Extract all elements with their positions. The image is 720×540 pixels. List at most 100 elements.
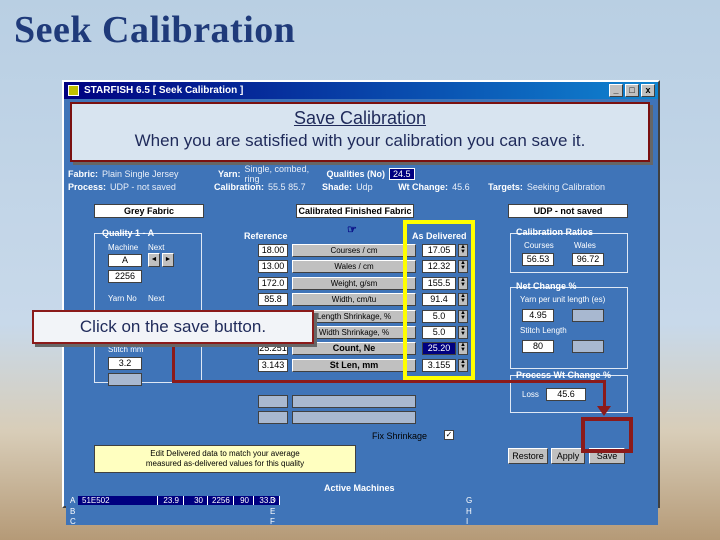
fix-shrinkage-checkbox[interactable]: ✓ <box>444 430 454 440</box>
row-label-0: Courses / cm <box>292 244 416 257</box>
machine-next-label: Next <box>148 243 165 252</box>
machine-field[interactable]: A <box>108 254 142 267</box>
yarn-next-label: Next <box>148 294 165 303</box>
arrow-line-vertical <box>172 343 175 383</box>
machine-next-button[interactable]: ► <box>162 253 174 267</box>
info-panel: Fabric: Plain Single Jersey Yarn: Single… <box>68 163 656 193</box>
targets-value: Seeking Calibration <box>526 181 605 192</box>
process-loss-label: Loss <box>522 390 539 399</box>
machine-label: Machine <box>108 243 139 252</box>
shade-value: Udp <box>356 181 373 192</box>
as-delivered-highlight <box>403 220 475 380</box>
qualities-label: Qualities (No) <box>326 168 386 179</box>
ratios-courses-label: Courses <box>524 241 554 250</box>
machine-row-a-letter: A <box>70 496 76 505</box>
hint-line-2: measured as-delivered values for this qu… <box>145 459 305 468</box>
row-label-7: St Len, mm <box>292 358 416 372</box>
reference-field-2[interactable]: 172.0 <box>258 276 288 290</box>
machine-row-a-v3: 2256 <box>208 496 234 505</box>
ratios-wales-label: Wales <box>574 241 596 250</box>
calibration-label: Calibration: <box>214 181 265 192</box>
yarn-label: Yarn: <box>218 168 241 179</box>
save-calibration-callout: Save Calibration When you are satisfied … <box>70 102 650 162</box>
machine-letter-d[interactable]: D <box>270 496 276 505</box>
calibrated-fabric-header: Calibrated Finished Fabric <box>296 204 414 218</box>
arrow-head-icon <box>597 406 611 416</box>
reference-field-3[interactable]: 85.8 <box>258 293 288 307</box>
ratios-courses-field[interactable]: 56.53 <box>522 253 554 266</box>
machine-letter-f[interactable]: F <box>270 517 275 526</box>
reference-field-1[interactable]: 13.00 <box>258 260 288 274</box>
extra-label-field-1 <box>292 395 416 408</box>
shade-label: Shade: <box>322 181 353 192</box>
grey-fabric-header: Grey Fabric <box>94 204 204 218</box>
fabric-value: Plain Single Jersey <box>102 168 179 179</box>
netchange-title: Net Change % <box>516 281 577 291</box>
machine-row-a-v2: 30 <box>184 496 208 505</box>
netchange-yarn-field[interactable]: 4.95 <box>522 309 554 322</box>
minimize-button[interactable]: _ <box>609 84 623 97</box>
stitch-label: Stitch mm <box>108 345 144 354</box>
machine-row-a[interactable]: 51E502 23.9 30 2256 90 33.3 <box>78 496 280 505</box>
netchange-yarn-extra <box>572 309 604 322</box>
machine-letter-e[interactable]: E <box>270 507 275 516</box>
machine-letter-h[interactable]: H <box>466 507 472 516</box>
active-machines-title: Active Machines <box>324 483 395 493</box>
machine-letter-g[interactable]: G <box>466 496 472 505</box>
save-hint-callout: Click on the save button. <box>32 310 314 344</box>
netchange-yarn-label: Yarn per unit length (es) <box>520 295 606 304</box>
fix-shrinkage-label: Fix Shrinkage <box>372 431 428 441</box>
ratios-wales-field[interactable]: 96.72 <box>572 253 604 266</box>
app-icon <box>68 85 79 96</box>
machine-number-field[interactable]: 2256 <box>108 270 142 283</box>
udp-header: UDP - not saved <box>508 204 628 218</box>
extra-label-field-2 <box>292 411 416 424</box>
reference-field-7[interactable]: 3.143 <box>258 358 288 372</box>
stitch-field[interactable]: 3.2 <box>108 357 142 370</box>
yarn-value: Single, combed, ring <box>244 163 310 184</box>
extra-ref-field-1 <box>258 395 288 408</box>
reference-field-0[interactable]: 18.00 <box>258 244 288 257</box>
callout-text: When you are satisfied with your calibra… <box>134 131 586 150</box>
row-label-3: Width, cm/tu <box>292 293 416 307</box>
machine-row-a-v5: 33.3 <box>254 496 280 505</box>
row-label-6: Count, Ne <box>292 342 416 356</box>
netchange-stitch-field[interactable]: 80 <box>522 340 554 353</box>
quality-title: Quality 1 - A <box>102 228 155 238</box>
row-label-2: Weight, g/sm <box>292 276 416 290</box>
cursor-icon: ☞ <box>347 224 357 236</box>
targets-label: Targets: <box>488 181 523 192</box>
wtchange-label: Wt Change: <box>398 181 449 192</box>
machine-prev-button[interactable]: ◄ <box>148 253 160 267</box>
process-title: Process Wt Change % <box>516 370 612 380</box>
process-label: Process: <box>68 181 107 192</box>
hint-line-1: Edit Delivered data to match your averag… <box>150 449 300 458</box>
reference-label: Reference <box>244 231 288 241</box>
process-loss-field[interactable]: 45.6 <box>546 388 586 401</box>
qualities-value[interactable]: 24.5 <box>389 167 415 180</box>
process-value: UDP - not saved <box>110 181 176 192</box>
arrow-line-horizontal <box>172 380 606 383</box>
window-titlebar[interactable]: STARFISH 6.5 [ Seek Calibration ] _ □ x <box>64 82 658 99</box>
save-button-highlight <box>581 417 633 453</box>
calibration-value: 55.5 85.7 <box>268 181 306 192</box>
yarn-no-label: Yarn No <box>108 294 137 303</box>
restore-button[interactable]: Restore <box>508 448 548 464</box>
row-label-1: Wales / cm <box>292 260 416 274</box>
machine-letter-b[interactable]: B <box>70 507 75 516</box>
fabric-label: Fabric: <box>68 168 99 179</box>
hint-box: Edit Delivered data to match your averag… <box>94 445 356 473</box>
close-button[interactable]: x <box>641 84 655 97</box>
extra-ref-field-2 <box>258 411 288 424</box>
machine-row-a-v4: 90 <box>234 496 254 505</box>
maximize-button[interactable]: □ <box>625 84 639 97</box>
netchange-stitch-label: Stitch Length <box>520 326 567 335</box>
active-machines-panel: Active Machines A 51E502 23.9 30 2256 90… <box>66 483 658 526</box>
machine-row-a-code: 51E502 <box>78 496 158 505</box>
machine-letter-i[interactable]: I <box>466 517 468 526</box>
window-title: STARFISH 6.5 [ Seek Calibration ] <box>84 85 244 96</box>
machine-letter-c[interactable]: C <box>70 517 76 526</box>
reference-field-6[interactable]: 25.251 <box>258 342 288 356</box>
apply-button[interactable]: Apply <box>551 448 585 464</box>
stitch-extra-field <box>108 373 142 386</box>
